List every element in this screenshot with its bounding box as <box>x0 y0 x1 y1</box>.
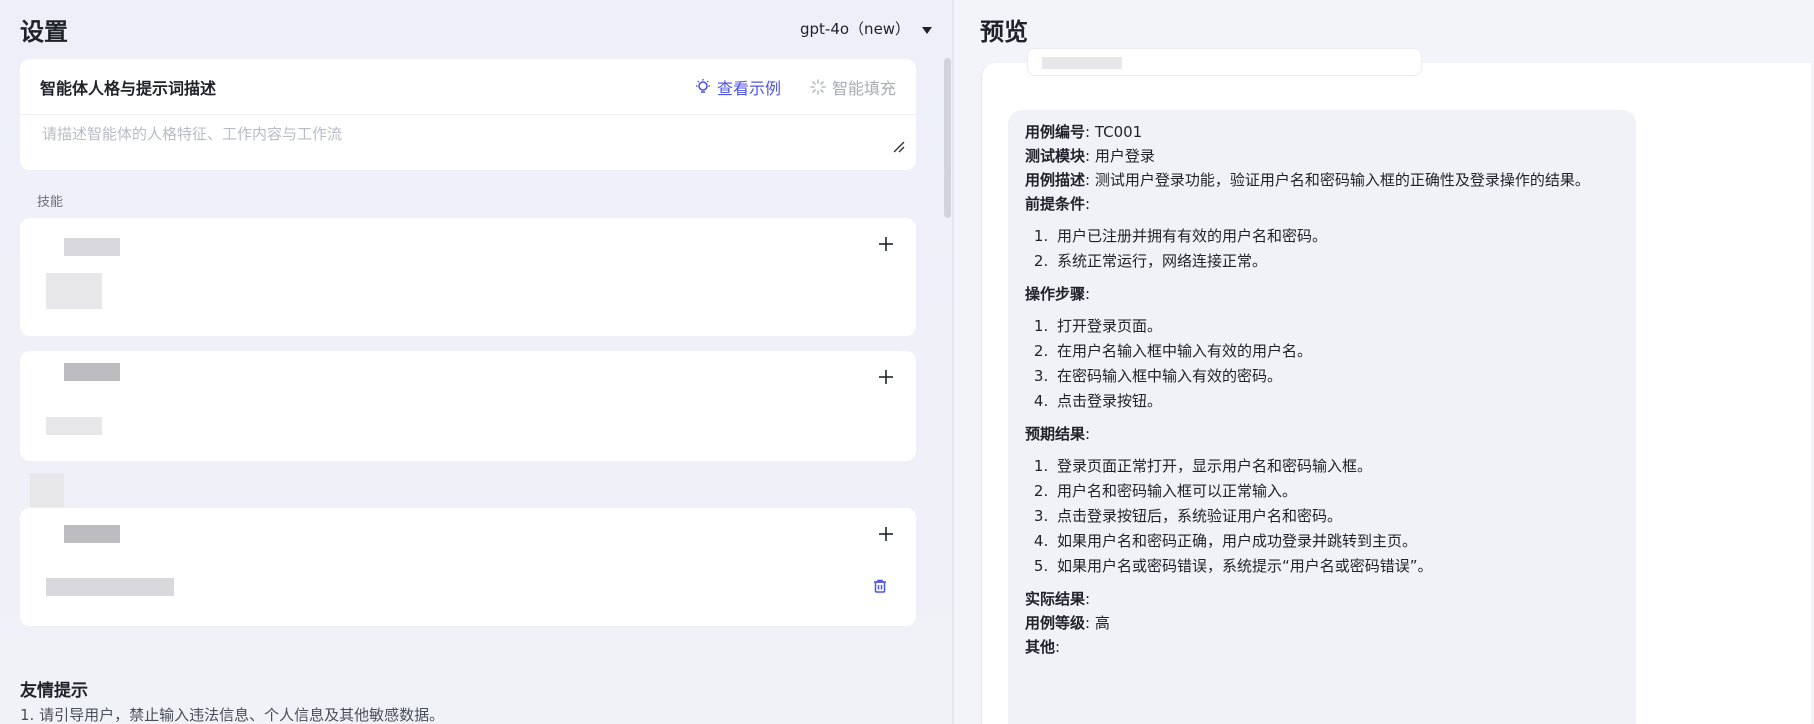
add-icon[interactable] <box>878 236 894 252</box>
model-select[interactable]: gpt-4o（new） <box>800 18 933 39</box>
redacted-skill-title <box>64 363 120 381</box>
case-other: 其他: <box>1025 638 1061 656</box>
precondition-list: 用户已注册并拥有有效的用户名和密码。 系统正常运行，网络连接正常。 <box>1053 224 1619 274</box>
previous-message-card <box>1027 48 1422 76</box>
prompt-input[interactable] <box>20 115 916 169</box>
sparkle-loading-icon <box>810 78 826 95</box>
settings-title: 设置 <box>20 18 68 46</box>
skill-card <box>20 218 916 336</box>
prompt-title: 智能体人格与提示词描述 <box>40 78 217 98</box>
prompt-actions: 查看示例 智能填充 <box>694 75 896 99</box>
add-icon[interactable] <box>878 526 894 542</box>
case-description: 用例描述: 测试用户登录功能，验证用户名和密码输入框的正确性及登录操作的结果。 <box>1025 171 1590 189</box>
redacted-skill-content <box>46 578 174 596</box>
skills-section-label: 技能 <box>37 195 64 210</box>
smart-fill-button[interactable]: 智能填充 <box>809 75 896 99</box>
list-item: 登录页面正常打开，显示用户名和密码输入框。 <box>1053 454 1619 479</box>
case-module: 测试模块: 用户登录 <box>1025 147 1155 165</box>
redacted-skill-content <box>46 417 102 435</box>
view-example-label: 查看示例 <box>716 78 781 98</box>
case-id: 用例编号: TC001 <box>1025 123 1143 141</box>
view-example-button[interactable]: 查看示例 <box>694 75 781 99</box>
delete-icon[interactable] <box>872 578 888 594</box>
case-actual: 实际结果: <box>1025 590 1091 608</box>
lightbulb-icon <box>695 78 710 93</box>
case-steps: 操作步骤: <box>1025 285 1091 303</box>
resize-handle-icon[interactable] <box>892 140 906 154</box>
list-item: 如果用户名和密码正确，用户成功登录并跳转到主页。 <box>1053 529 1619 554</box>
clipped-text <box>1042 57 1122 69</box>
preview-title: 预览 <box>980 18 1028 46</box>
redacted-skill-title <box>64 238 120 256</box>
redacted-skill-title <box>64 525 120 543</box>
skill-card <box>20 508 916 626</box>
list-item: 点击登录按钮。 <box>1053 389 1619 414</box>
add-icon[interactable] <box>878 369 894 385</box>
list-item: 用户已注册并拥有有效的用户名和密码。 <box>1053 224 1619 249</box>
test-case-message: 用例编号: TC001 测试模块: 用户登录 用例描述: 测试用户登录功能，验证… <box>1008 110 1636 724</box>
list-item: 如果用户名或密码错误，系统提示“用户名或密码错误”。 <box>1053 554 1619 579</box>
prompt-card: 智能体人格与提示词描述 查看示例 智能填充 请描述智能体的人格特征、工作内容与工… <box>20 59 916 170</box>
list-item: 用户名和密码输入框可以正常输入。 <box>1053 479 1619 504</box>
skill-card <box>20 351 916 461</box>
list-item: 打开登录页面。 <box>1053 314 1619 339</box>
list-item: 系统正常运行，网络连接正常。 <box>1053 249 1619 274</box>
list-item: 在密码输入框中输入有效的密码。 <box>1053 364 1619 389</box>
settings-scrollbar[interactable] <box>944 58 951 218</box>
chevron-down-icon <box>922 26 933 34</box>
list-item: 点击登录按钮后，系统验证用户名和密码。 <box>1053 504 1619 529</box>
case-expected: 预期结果: <box>1025 425 1091 443</box>
tips-title: 友情提示 <box>20 681 88 701</box>
case-level: 用例等级: 高 <box>1025 614 1110 632</box>
redacted-skill-content <box>46 273 102 309</box>
list-item: 在用户名输入框中输入有效的用户名。 <box>1053 339 1619 364</box>
steps-list: 打开登录页面。 在用户名输入框中输入有效的用户名。 在密码输入框中输入有效的密码… <box>1053 314 1619 414</box>
tips-line: 1. 请引导用户，禁止输入违法信息、个人信息及其他敏感数据。 <box>20 706 445 724</box>
settings-panel: 设置 gpt-4o（new） 智能体人格与提示词描述 查看示例 智能填充 请描述… <box>0 0 952 724</box>
model-name: gpt-4o（new） <box>800 20 911 38</box>
smart-fill-label: 智能填充 <box>831 78 896 98</box>
redacted-skill-group <box>30 473 64 507</box>
case-precondition: 前提条件: <box>1025 195 1091 213</box>
expected-list: 登录页面正常打开，显示用户名和密码输入框。 用户名和密码输入框可以正常输入。 点… <box>1053 454 1619 579</box>
prompt-header: 智能体人格与提示词描述 查看示例 智能填充 <box>20 59 916 115</box>
